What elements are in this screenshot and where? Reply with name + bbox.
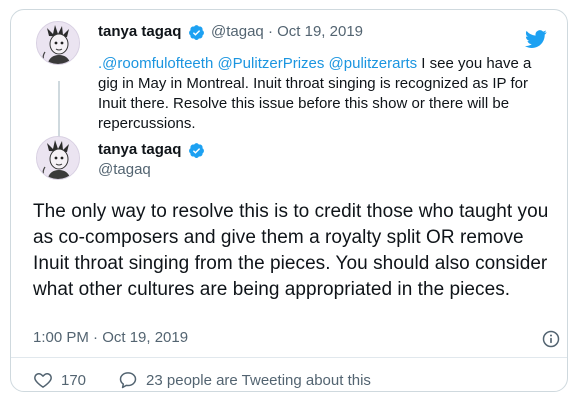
heart-icon — [34, 372, 52, 388]
like-count: 170 — [61, 371, 87, 389]
tweeting-about-text: 23 people are Tweeting about this — [146, 371, 371, 389]
main-author-name[interactable]: tanya tagaq — [98, 141, 181, 158]
meta-separator: · — [267, 23, 273, 40]
verified-badge-icon — [189, 143, 204, 158]
speech-bubble-icon — [119, 372, 137, 389]
verified-badge-icon — [189, 25, 204, 40]
thread-connector-line — [58, 81, 60, 137]
reply-tweet-text: .@roomfulofteeth @PulitzerPrizes @pulitz… — [98, 54, 553, 134]
main-handle[interactable]: @tagaq — [98, 161, 151, 178]
divider — [11, 357, 567, 358]
avatar-illustration — [37, 22, 79, 64]
twitter-bird-icon[interactable] — [523, 28, 549, 50]
info-icon[interactable] — [541, 329, 561, 349]
reply-handle[interactable]: @tagaq — [211, 23, 264, 40]
tweet-actions: 170 23 people are Tweeting about this — [33, 369, 371, 391]
avatar[interactable] — [36, 21, 80, 65]
embedded-tweet-card: tanya tagaq @tagaq · Oct 19, 2019 .@room… — [10, 9, 568, 392]
like-action[interactable]: 170 — [33, 370, 86, 390]
reply-date[interactable]: Oct 19, 2019 — [277, 23, 363, 40]
tweet-timestamp[interactable]: 1:00 PM · Oct 19, 2019 — [33, 329, 188, 346]
main-tweet-text: The only way to resolve this is to credi… — [33, 201, 549, 300]
tweeting-about-action[interactable]: 23 people are Tweeting about this — [118, 370, 371, 390]
avatar[interactable] — [36, 136, 80, 180]
avatar-illustration — [37, 137, 79, 179]
reply-author-name[interactable]: tanya tagaq — [98, 23, 181, 40]
reply-mentions[interactable]: .@roomfulofteeth @PulitzerPrizes @pulitz… — [98, 55, 417, 72]
reply-meta: @tagaq · Oct 19, 2019 — [211, 23, 363, 40]
